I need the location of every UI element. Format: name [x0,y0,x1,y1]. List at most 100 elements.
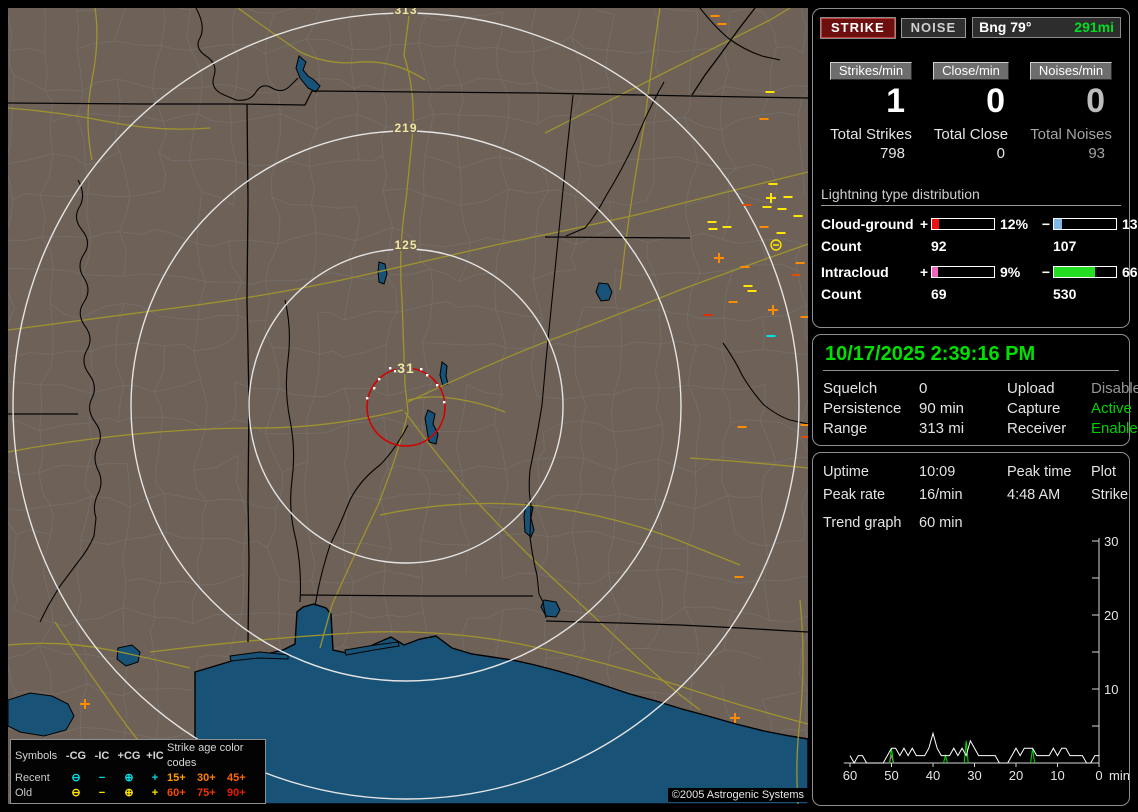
peak-time-value: 4:48 AM [1007,484,1091,507]
strike-symbol [802,436,809,438]
trend-xtick-10: 10 [1050,768,1064,783]
range-ring-label-313: 313 [394,8,417,17]
strike-symbol [709,228,718,230]
total-close-value: 0 [921,145,1021,162]
trend-chart: 1020306050403020100min [823,533,1129,789]
map-legend: Symbols -CG -IC +CG +IC Strike age color… [10,739,266,804]
close-per-min-button[interactable]: Close/min [933,62,1009,80]
pos-ic-bar [931,266,995,278]
capture-value: Active [1091,399,1138,419]
pos-cg-bar [931,218,995,230]
datetime-display: 10/17/2025 2:39:16 PM [823,341,1119,370]
strike-symbol [796,262,805,264]
total-noises-label: Total Noises [1021,126,1121,143]
strike-symbol [741,266,750,268]
legend-age-90: 90+ [227,786,257,801]
peak-rate-label: Peak rate [823,484,919,507]
legend-col-neg-ic: -IC [89,749,115,764]
bearing-label: Bng 79° [979,19,1031,35]
noises-per-min-value: 0 [1021,82,1121,120]
strike-symbol [801,424,809,426]
count-label: Count [821,286,917,302]
intracloud-count-row: Count 69 530 [821,286,1121,302]
legend-age-30: 30+ [197,771,227,786]
legend-glyph-neg-ic: − [89,771,115,786]
map-canvas[interactable]: 31321912531 [8,8,808,804]
trend-xtick-30: 30 [967,768,981,783]
legend-col-pos-cg: +CG [115,749,143,764]
trend-ytick-10: 10 [1104,682,1118,697]
noises-per-min-button[interactable]: Noises/min [1030,62,1112,80]
legend-glyph-neg-cg: ⊖ [63,771,89,786]
strike-symbol [723,226,732,228]
noise-mode-button[interactable]: NOISE [901,18,966,38]
neg-ic-bar [1053,266,1117,278]
range-label: Range [823,419,919,439]
bearing-distance: 291mi [1074,19,1114,35]
strike-symbol [711,15,720,17]
pos-cg-count: 92 [931,238,995,254]
cloud-ground-row: Cloud-ground + 12% − 13% [821,216,1121,232]
trend-xtick-0: 0 [1095,768,1102,783]
total-strikes-label: Total Strikes [821,126,921,143]
plus-sign: + [917,216,931,232]
legend-age-75: 75+ [197,786,227,801]
upload-label: Upload [1007,379,1091,399]
minus-sign: − [1039,216,1053,232]
persistence-label: Persistence [823,399,919,419]
lightning-map[interactable]: 31321912531 Symbols -CG -IC +CG +IC Stri… [8,8,808,804]
legend-col-neg-cg: -CG [63,749,89,764]
plus-sign: + [917,264,931,280]
legend-age-15: 15+ [167,771,197,786]
uptime-grid: Uptime 10:09 Peak time Plot Peak rate 16… [823,461,1125,507]
legend-glyph-neg-cg: ⊖ [63,786,89,801]
legend-age-label: Old [15,786,63,801]
range-ring-label-31: 31 [397,360,415,376]
strike-symbol [760,226,769,228]
neg-cg-bar [1053,218,1117,230]
copyright-notice: ©2005 Astrogenic Systems [668,788,808,802]
strike-symbol [743,204,752,206]
peak-time-label: Peak time [1007,461,1091,484]
legend-glyph-pos-ic: + [143,786,167,801]
strike-symbol [704,314,713,316]
bearing-readout: Bng 79° 291mi [972,17,1121,38]
legend-col-pos-ic: +IC [143,749,167,764]
legend-row-old: Old⊖−⊕+60+75+90+ [15,786,261,801]
uptime-label: Uptime [823,461,919,484]
receiver-value: Enabled [1091,419,1138,439]
squelch-value: 0 [919,379,1007,399]
pos-cg-percent: 12% [995,216,1039,232]
legend-header: Symbols -CG -IC +CG +IC Strike age color… [15,741,261,771]
legend-glyph-neg-ic: − [89,786,115,801]
strike-symbol [708,221,717,223]
uptime-value: 10:09 [919,461,1007,484]
strike-mode-button[interactable]: STRIKE [821,18,895,38]
neg-ic-count: 530 [1053,286,1117,302]
upload-value: Disabled [1091,379,1138,399]
neg-ic-percent: 66% [1117,264,1138,280]
strike-symbol [718,23,727,25]
strike-symbol [766,91,775,93]
legend-age-label: Recent [15,771,63,786]
legend-symbols-label: Symbols [15,749,63,764]
trend-xtick-20: 20 [1009,768,1023,783]
trend-graph-value: 60 min [919,515,1125,531]
strike-symbol [777,232,786,234]
cloud-ground-count-row: Count 92 107 [821,238,1121,254]
squelch-label: Squelch [823,379,919,399]
trend-xtick-40: 40 [926,768,940,783]
trend-graph-label: Trend graph [823,515,919,531]
strike-symbol [794,215,803,217]
legend-glyph-pos-cg: ⊕ [115,786,143,801]
trend-graph-row: Trend graph 60 min [823,515,1125,531]
trend-ytick-20: 20 [1104,608,1118,623]
strikes-per-min-button[interactable]: Strikes/min [830,62,912,80]
legend-glyph-pos-ic: + [143,771,167,786]
strike-symbol [784,196,793,198]
strike-symbol [801,316,809,318]
status-panel: 10/17/2025 2:39:16 PM Squelch 0 Upload D… [812,334,1130,446]
peak-rate-value: 16/min [919,484,1007,507]
trend-xtick-50: 50 [884,768,898,783]
pos-ic-count: 69 [931,286,995,302]
